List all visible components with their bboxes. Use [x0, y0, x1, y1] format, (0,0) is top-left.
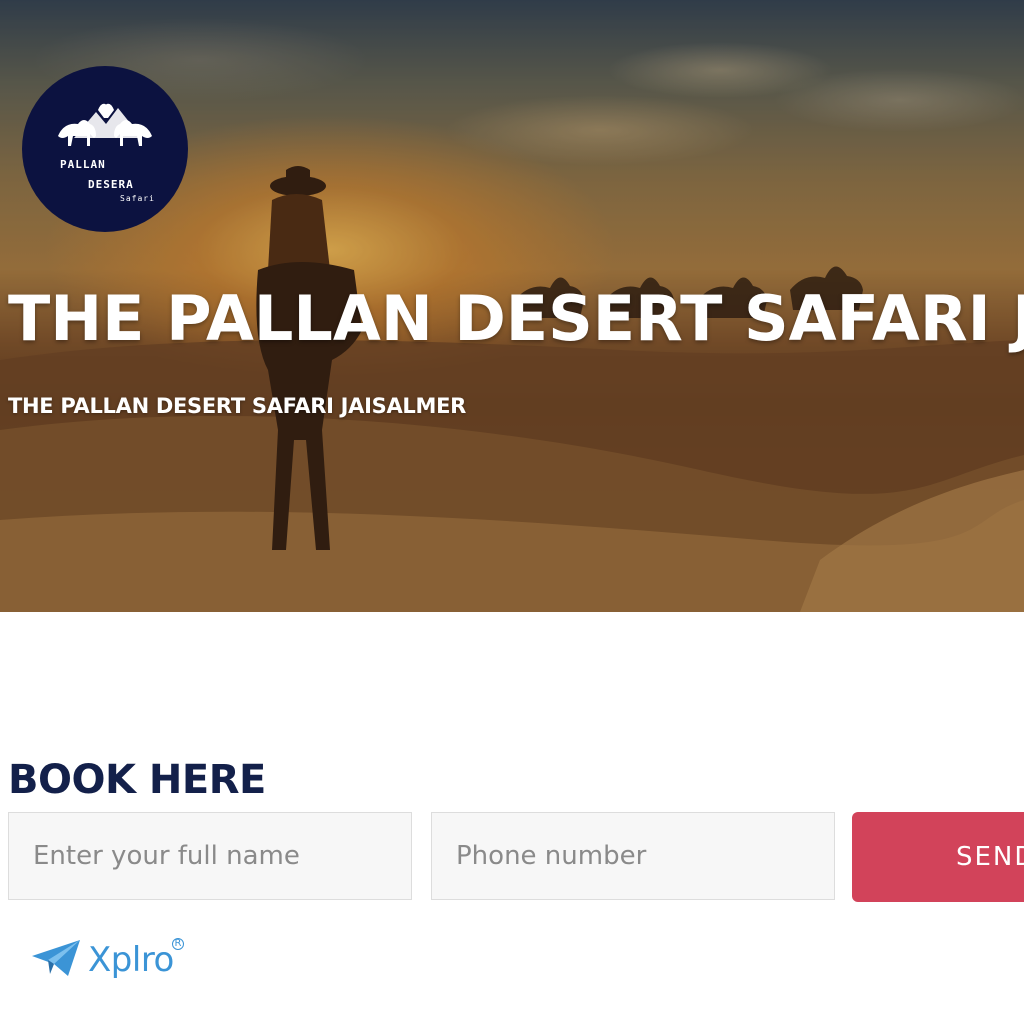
- booking-heading: BOOK HERE: [8, 757, 266, 803]
- page-subtitle: THE PALLAN DESERT SAFARI JAISALMER: [8, 394, 466, 418]
- phone-number-input[interactable]: [431, 812, 835, 900]
- site-logo[interactable]: PALLAN DESERA Safari: [22, 66, 188, 232]
- logo-line-3: Safari: [120, 194, 155, 203]
- camel-mountain-icon: [58, 103, 152, 146]
- full-name-input[interactable]: [8, 812, 412, 900]
- paper-plane-icon: [32, 940, 80, 976]
- send-button[interactable]: SEND: [852, 812, 1024, 902]
- brand-name: Xplro: [88, 940, 174, 980]
- logo-line-1: PALLAN: [60, 158, 106, 171]
- logo-line-2: DESERA: [88, 178, 134, 191]
- registered-mark: R: [172, 938, 184, 950]
- xplro-brand[interactable]: Xplro R: [30, 936, 184, 986]
- hero-banner: PALLAN DESERA Safari THE PALLAN DESERT S…: [0, 0, 1024, 612]
- page-title: THE PALLAN DESERT SAFARI JAISALMER: [8, 282, 1024, 355]
